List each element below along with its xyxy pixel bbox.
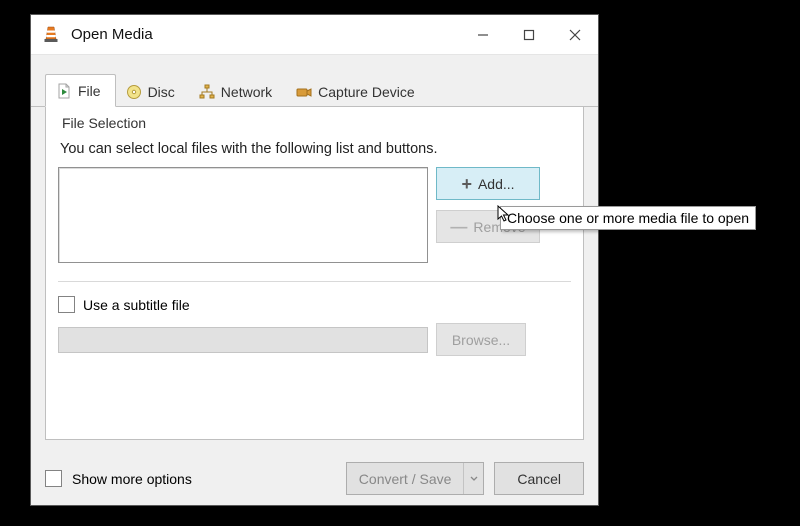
titlebar: Open Media <box>31 15 598 55</box>
disc-icon <box>126 84 142 100</box>
cancel-button-label: Cancel <box>517 471 561 487</box>
tab-disc[interactable]: Disc <box>116 76 189 107</box>
show-more-checkbox[interactable] <box>45 470 62 487</box>
convert-save-label: Convert / Save <box>347 471 464 487</box>
subtitle-path-input[interactable] <box>58 327 428 353</box>
add-button-label: Add... <box>478 176 515 192</box>
show-more-label: Show more options <box>72 471 192 487</box>
file-selection-help: You can select local files with the foll… <box>60 141 569 157</box>
file-selection-legend: File Selection <box>58 115 571 131</box>
tab-capture-device[interactable]: Capture Device <box>286 76 429 107</box>
tab-file[interactable]: File <box>45 74 116 107</box>
vlc-icon <box>41 25 61 45</box>
tab-label: Capture Device <box>318 84 415 100</box>
close-button[interactable] <box>552 15 598 54</box>
cancel-button[interactable]: Cancel <box>494 462 584 495</box>
convert-save-button[interactable]: Convert / Save <box>346 462 485 495</box>
add-button-tooltip: Choose one or more media file to open <box>500 206 756 230</box>
browse-button[interactable]: Browse... <box>436 323 526 356</box>
tab-network[interactable]: Network <box>189 76 286 107</box>
tab-label: File <box>78 83 101 99</box>
subtitle-checkbox[interactable] <box>58 296 75 313</box>
maximize-button[interactable] <box>506 15 552 54</box>
network-icon <box>199 84 215 100</box>
separator <box>58 281 571 282</box>
dialog-footer: Show more options Convert / Save Cancel <box>31 454 598 505</box>
open-media-window: Open Media File <box>30 14 599 506</box>
browse-button-label: Browse... <box>452 332 510 348</box>
window-title: Open Media <box>71 26 460 43</box>
minimize-button[interactable] <box>460 15 506 54</box>
file-icon <box>56 83 72 99</box>
capture-icon <box>296 84 312 100</box>
tab-file-panel: File Selection You can select local file… <box>45 107 584 440</box>
convert-save-dropdown[interactable] <box>463 463 483 494</box>
file-list[interactable] <box>58 167 428 263</box>
file-selection-group: File Selection You can select local file… <box>58 115 571 263</box>
tab-label: Disc <box>148 84 175 100</box>
tab-label: Network <box>221 84 272 100</box>
add-button[interactable]: + Add... <box>436 167 540 200</box>
tabbar: File Disc Network <box>31 55 598 107</box>
subtitle-label: Use a subtitle file <box>83 297 190 313</box>
chevron-down-icon <box>470 475 478 483</box>
